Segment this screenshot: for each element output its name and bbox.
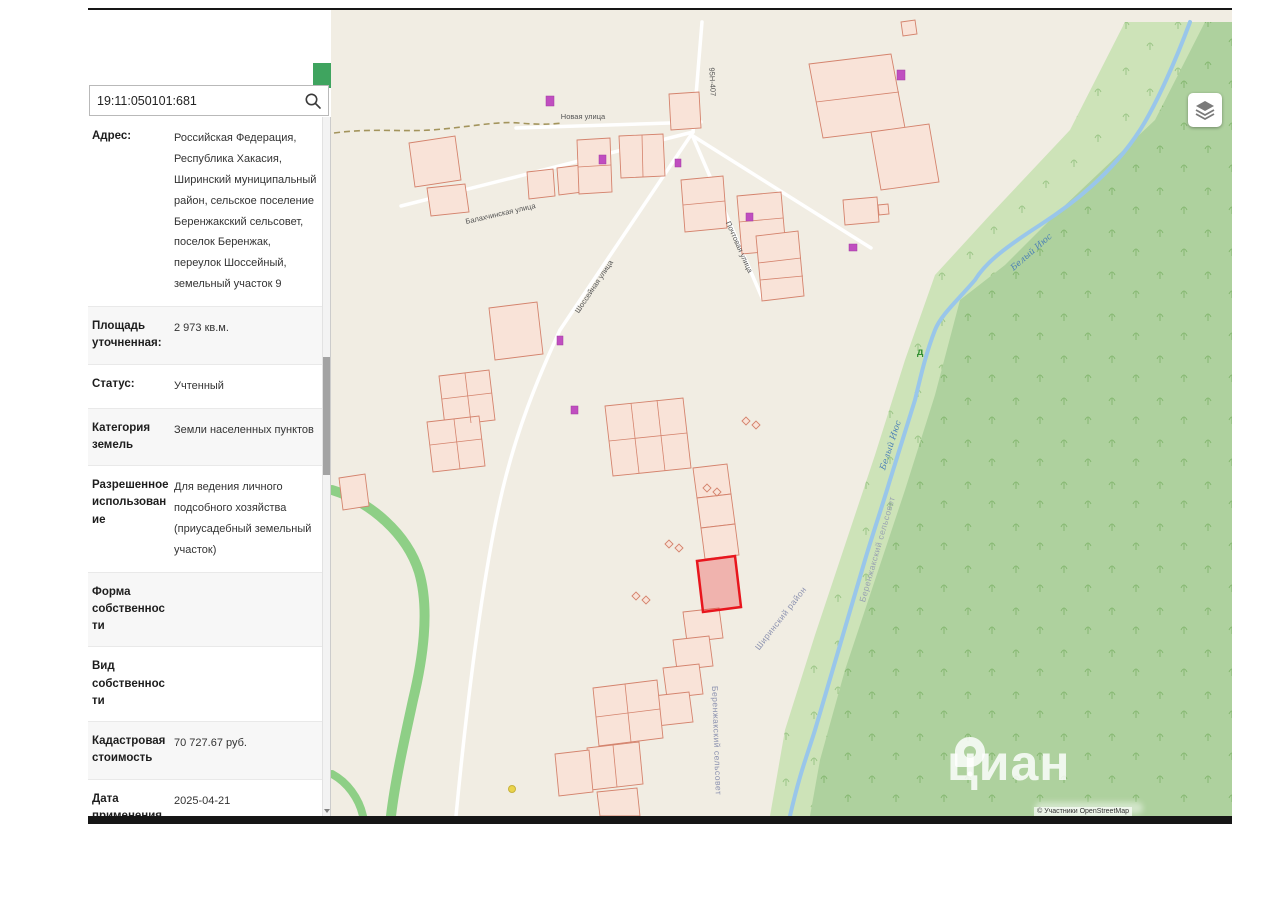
info-row-label: Кадастровая стоимость	[92, 735, 166, 765]
info-row-value: 70 727.67 руб.	[174, 737, 247, 750]
info-row-label: Площадь уточненная:	[92, 320, 162, 350]
street-label-shosseynaya: Шоссейная улица	[573, 258, 616, 315]
district-label: Ширинский район	[753, 584, 809, 651]
info-row-value: 2 973 кв.м.	[174, 322, 229, 335]
scrollbar-down-arrow[interactable]	[324, 809, 330, 813]
info-row-label: Форма собственности	[92, 585, 165, 633]
info-row-label: Вид собственности	[92, 660, 165, 707]
info-row: Адрес: Российская Федерация, Республика …	[88, 117, 330, 308]
info-row-value: Учтенный	[174, 379, 224, 392]
selsovet-label: Беренжакский сельсовет	[710, 686, 724, 796]
layers-icon	[1195, 101, 1215, 121]
info-row-value: 2025-04-21	[174, 794, 231, 807]
info-row: Площадь уточненная: 2 973 кв.м.	[88, 307, 330, 365]
info-row: Вид собственности	[88, 647, 330, 723]
info-row: Категория земель Земли населенных пункто…	[88, 408, 330, 467]
info-row: Дата применения кадастровой 2025-04-21	[88, 780, 330, 816]
viewer-window: д Новая улица Балахчинская улица Шоссейн…	[88, 8, 1232, 824]
info-row-label: Категория земель	[92, 421, 151, 451]
map-attribution: © Участники OpenStreetMap	[1034, 807, 1132, 816]
info-row: Разрешенное использование Для ведения ли…	[88, 466, 330, 573]
info-row-label: Статус:	[92, 377, 135, 390]
street-label-novaya: Новая улица	[561, 112, 606, 121]
scrollbar-thumb[interactable]	[323, 357, 330, 475]
map-svg: д Новая улица Балахчинская улица Шоссейн…	[331, 19, 1232, 816]
info-row-label: Адрес:	[92, 130, 132, 142]
search-input[interactable]	[90, 93, 298, 108]
info-row-value: Земли населенных пунктов	[174, 423, 314, 436]
selected-parcel[interactable]	[695, 554, 743, 614]
green-path	[331, 485, 430, 816]
info-row-value	[174, 584, 320, 636]
info-row-value: Для ведения личного подсобного хозяйства…	[174, 481, 312, 556]
tree-symbol: д	[917, 347, 924, 358]
info-row-label: Разрешенное использование	[92, 479, 169, 526]
info-row-label: Дата применения кадастровой	[92, 792, 163, 816]
info-row-value	[174, 658, 320, 710]
search-bar	[89, 85, 329, 116]
street-label-balakhchinskaya: Балахчинская улица	[465, 201, 538, 226]
info-row: Кадастровая стоимость 70 727.67 руб.	[88, 722, 330, 780]
info-sidebar: Адрес: Российская Федерация, Республика …	[88, 10, 331, 816]
search-icon	[305, 93, 321, 109]
info-row: Форма собственности	[88, 572, 330, 648]
road-ref-label: 95Н-407	[707, 67, 717, 96]
layers-button[interactable]	[1188, 93, 1222, 127]
forest-area	[770, 22, 1232, 816]
yellow-poi-dot	[508, 785, 516, 793]
info-row: Статус: Учтенный	[88, 365, 330, 409]
sidebar-scrollbar[interactable]	[322, 117, 330, 816]
search-button[interactable]	[298, 86, 328, 115]
map-canvas[interactable]: д Новая улица Балахчинская улица Шоссейн…	[331, 10, 1232, 816]
parcel-info-panel: Адрес: Российская Федерация, Республика …	[88, 117, 331, 816]
info-row-value: Российская Федерация, Республика Хакасия…	[174, 132, 317, 291]
